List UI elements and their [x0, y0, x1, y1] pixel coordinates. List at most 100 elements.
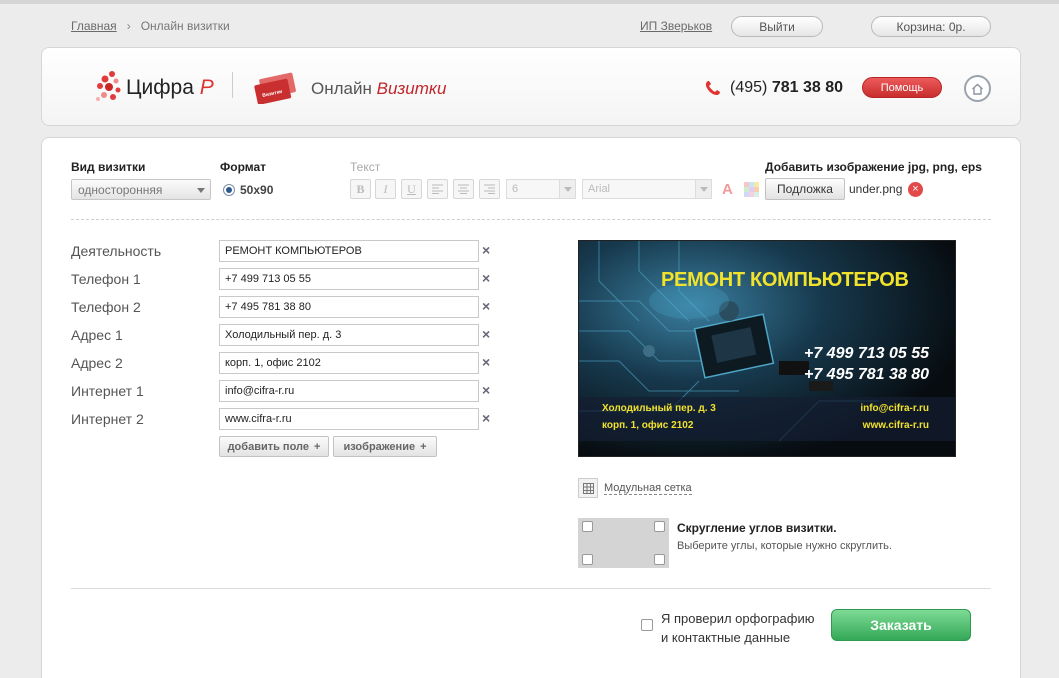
- cart-button[interactable]: Корзина: 0р.: [871, 16, 991, 37]
- underline-button[interactable]: U: [401, 179, 422, 199]
- format-value: 50x90: [240, 183, 274, 197]
- align-center-button[interactable]: [453, 179, 474, 199]
- contact-phone: (495) 781 38 80: [730, 79, 843, 97]
- field-input[interactable]: [219, 408, 479, 430]
- card-preview[interactable]: РЕМОНТ КОМПЬЮТЕРОВ +7 499 713 05 55 +7 4…: [578, 240, 956, 457]
- add-field-button[interactable]: добавить поле +: [219, 436, 329, 457]
- corner-bottom-left-checkbox[interactable]: [582, 554, 593, 565]
- field-label: Интернет 1: [71, 383, 144, 399]
- bold-button[interactable]: B: [350, 179, 371, 199]
- preview-phone-2: +7 495 781 38 80: [803, 366, 929, 383]
- align-left-icon: [432, 184, 443, 194]
- preview-title: РЕМОНТ КОМПЬЮТЕРОВ: [661, 269, 909, 291]
- field-row: Телефон 1 ×: [71, 268, 501, 290]
- field-row: Адрес 1 ×: [71, 324, 501, 346]
- card-type-value: односторонняя: [78, 182, 163, 197]
- confirm-label: Я проверил орфографию и контактные данны…: [661, 609, 814, 647]
- preview-address-2: корп. 1, офис 2102: [602, 420, 694, 431]
- confirm-line-2: и контактные данные: [661, 630, 791, 645]
- logout-button[interactable]: Выйти: [731, 16, 823, 37]
- font-size-value: 6: [512, 183, 519, 195]
- field-input[interactable]: [219, 296, 479, 318]
- phone-number: 781 38 80: [771, 79, 843, 96]
- phone-code: (495): [730, 79, 768, 96]
- home-button[interactable]: [964, 75, 991, 102]
- delete-field-icon[interactable]: ×: [482, 354, 490, 370]
- preview-address-1: Холодильный пер. д. 3: [602, 403, 716, 414]
- delete-field-icon[interactable]: ×: [482, 270, 490, 286]
- phone-icon: [705, 81, 720, 95]
- add-image-button-label: изображение: [343, 440, 416, 453]
- font-family-value: Arial: [588, 183, 611, 195]
- corner-bottom-right-checkbox[interactable]: [654, 554, 665, 565]
- bottom-divider: [71, 588, 991, 589]
- align-center-icon: [458, 184, 469, 194]
- grid-toggle-button[interactable]: [578, 478, 598, 498]
- corner-rounding-hint: Выберите углы, которые нужно скруглить.: [677, 540, 892, 552]
- align-left-button[interactable]: [427, 179, 448, 199]
- delete-field-icon[interactable]: ×: [482, 410, 490, 426]
- field-row: Деятельность ×: [71, 240, 501, 262]
- font-size-select[interactable]: 6: [506, 179, 576, 199]
- field-row: Телефон 2 ×: [71, 296, 501, 318]
- field-label: Адрес 1: [71, 327, 123, 343]
- add-image-label: Добавить изображение jpg, png, eps: [765, 160, 982, 174]
- field-label: Телефон 1: [71, 271, 141, 287]
- card-type-select[interactable]: односторонняя: [71, 179, 211, 200]
- underlay-button[interactable]: Подложка: [765, 178, 845, 200]
- delete-field-icon[interactable]: ×: [482, 382, 490, 398]
- plus-icon: +: [313, 440, 321, 453]
- align-right-button[interactable]: [479, 179, 500, 199]
- chevron-down-icon: [559, 180, 575, 198]
- breadcrumb: Главная › Онлайн визитки: [71, 19, 230, 33]
- logo-text: Цифра Р: [126, 76, 214, 100]
- field-row: Адрес 2 ×: [71, 352, 501, 374]
- field-input[interactable]: [219, 352, 479, 374]
- field-row: Интернет 2 ×: [71, 408, 501, 430]
- format-radio[interactable]: [223, 184, 235, 196]
- delete-field-icon[interactable]: ×: [482, 242, 490, 258]
- product-title: Онлайн Визитки: [311, 79, 446, 99]
- breadcrumb-home-link[interactable]: Главная: [71, 19, 117, 33]
- logo-letter: Р: [199, 76, 214, 99]
- add-field-label: добавить поле: [227, 440, 309, 453]
- text-color-button[interactable]: A: [722, 181, 733, 198]
- corner-top-right-checkbox[interactable]: [654, 521, 665, 532]
- breadcrumb-current: Онлайн визитки: [140, 19, 230, 33]
- plus-icon: +: [420, 440, 427, 453]
- add-image-button[interactable]: изображение +: [333, 436, 437, 457]
- breadcrumb-separator-icon: ›: [126, 19, 131, 33]
- header-card: Цифра Р Визитки Онлайн Визитки (495) 781…: [41, 47, 1021, 126]
- corner-rounding-title: Скругление углов визитки.: [677, 521, 837, 535]
- delete-field-icon[interactable]: ×: [482, 326, 490, 342]
- corner-top-left-checkbox[interactable]: [582, 521, 593, 532]
- field-input[interactable]: [219, 240, 479, 262]
- format-label: Формат: [220, 160, 267, 174]
- field-input[interactable]: [219, 380, 479, 402]
- confirm-checkbox[interactable]: [641, 619, 653, 631]
- logo-word: Цифра: [126, 76, 194, 99]
- remove-file-icon[interactable]: ×: [908, 182, 923, 197]
- font-family-select[interactable]: Arial: [582, 179, 712, 199]
- chevron-down-icon: [695, 180, 711, 198]
- field-label: Деятельность: [71, 243, 162, 259]
- italic-button[interactable]: I: [375, 179, 396, 199]
- confirm-line-1: Я проверил орфографию: [661, 611, 815, 626]
- field-input[interactable]: [219, 324, 479, 346]
- preview-email: info@cifra-r.ru: [860, 403, 929, 414]
- user-profile-link[interactable]: ИП Зверьков: [640, 19, 712, 33]
- product-title-accent: Визитки: [376, 79, 447, 98]
- field-label: Интернет 2: [71, 411, 144, 427]
- delete-field-icon[interactable]: ×: [482, 298, 490, 314]
- help-button[interactable]: Помощь: [862, 77, 942, 98]
- order-button[interactable]: Заказать: [831, 609, 971, 641]
- logo[interactable]: Цифра Р: [94, 68, 214, 104]
- preview-site: www.cifra-r.ru: [862, 420, 929, 431]
- palette-icon[interactable]: [744, 182, 759, 197]
- grid-link[interactable]: Модульная сетка: [604, 482, 692, 495]
- format-option[interactable]: 50x90: [223, 183, 273, 197]
- align-right-icon: [484, 184, 495, 194]
- home-icon: [972, 83, 983, 95]
- field-input[interactable]: [219, 268, 479, 290]
- field-label: Адрес 2: [71, 355, 123, 371]
